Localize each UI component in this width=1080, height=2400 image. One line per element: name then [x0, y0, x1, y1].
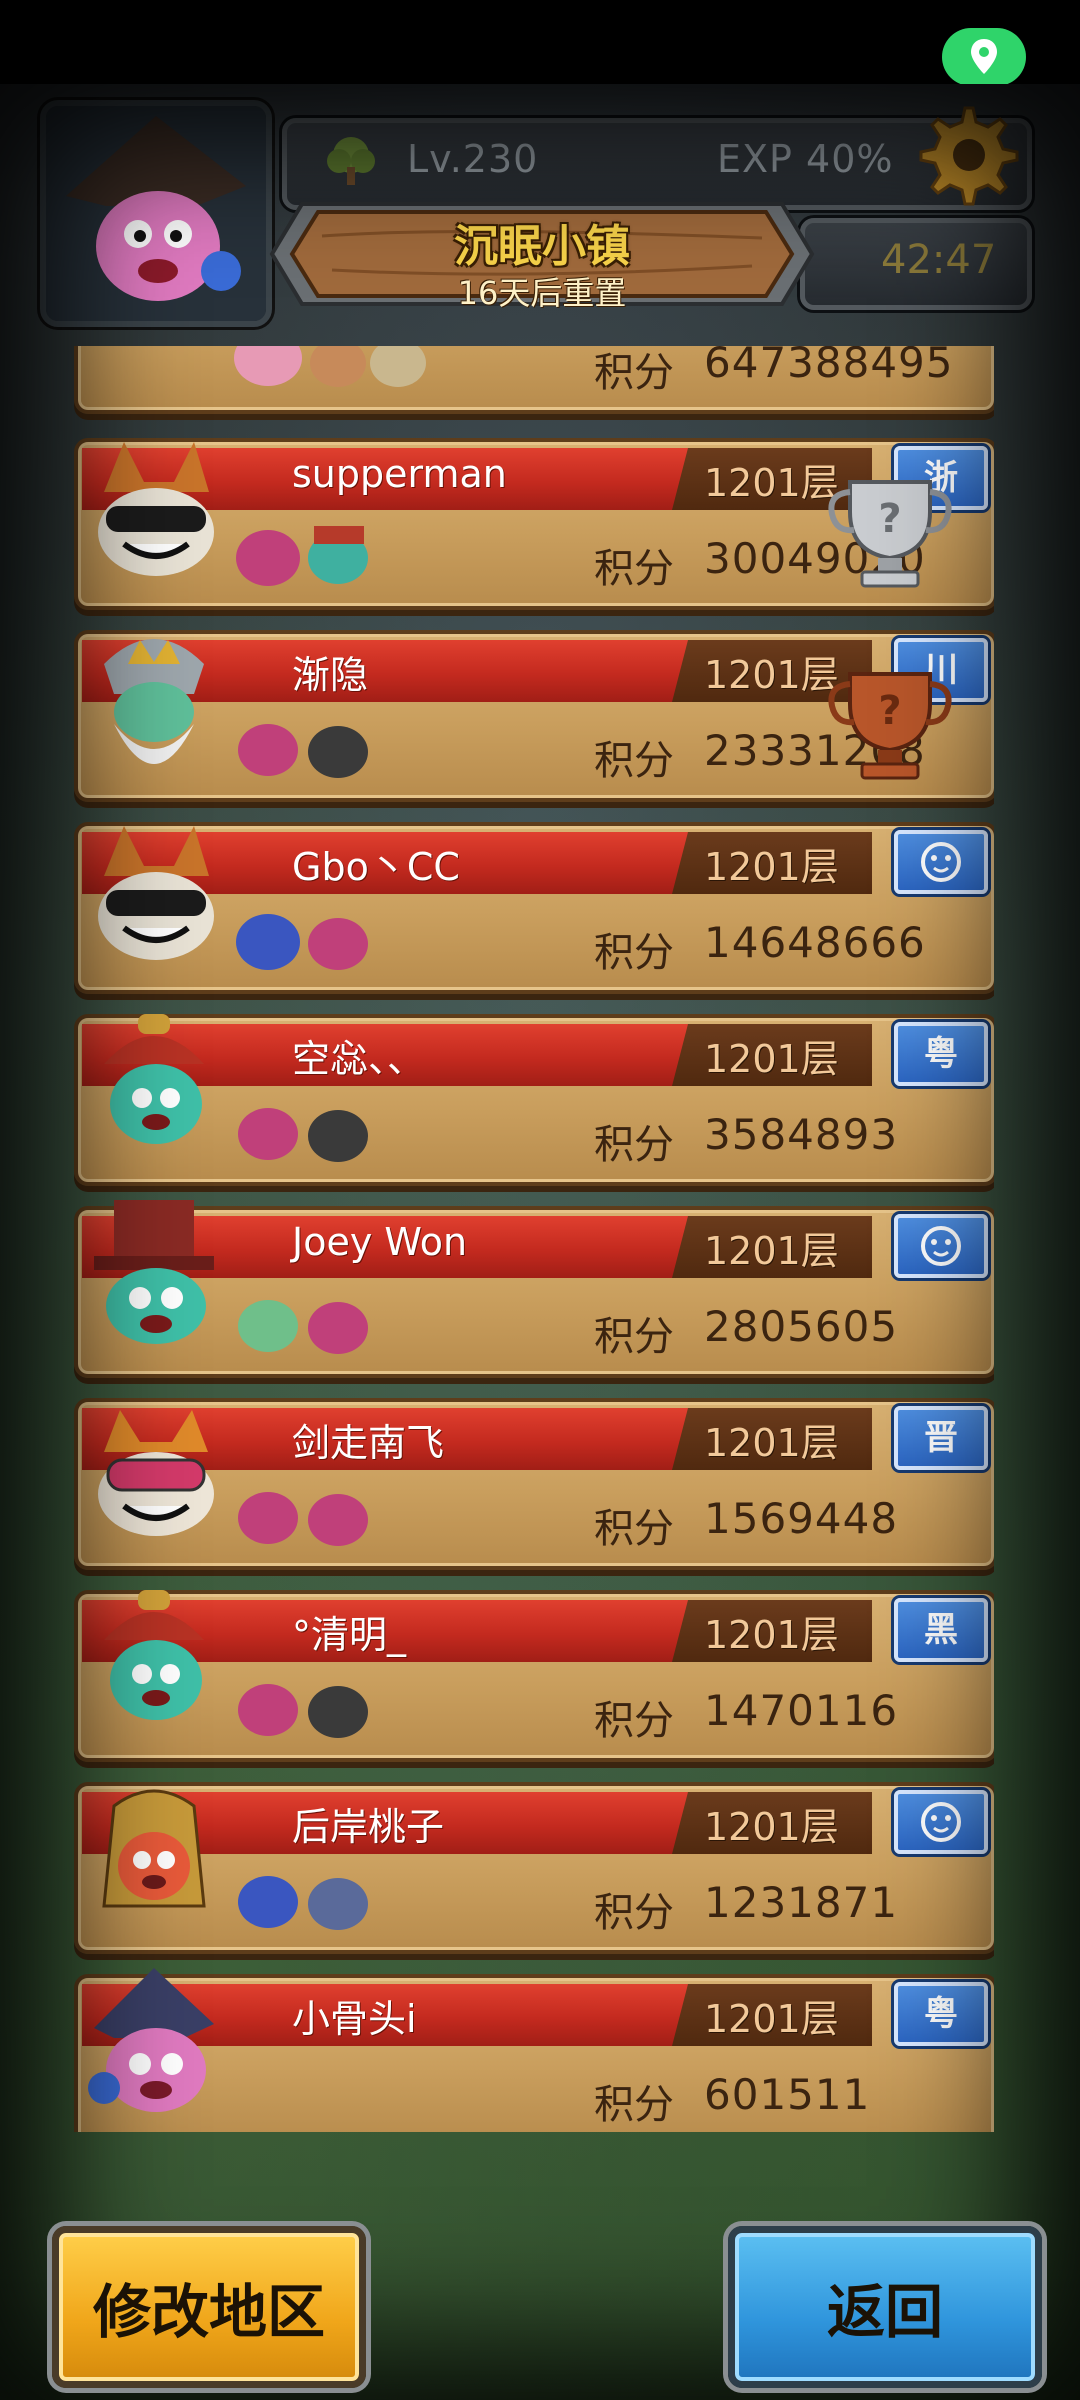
region-badge: 粤 — [894, 1982, 988, 2046]
event-title: 沉眠小镇 — [454, 221, 630, 272]
player-name: °清明_ — [292, 1613, 407, 1657]
region-badge: 晋 — [894, 1406, 988, 1470]
score-value: 3584893 — [704, 1110, 899, 1159]
player-name: supperman — [292, 452, 507, 496]
team-minions-icon — [238, 1300, 368, 1354]
score-value: 601511 — [704, 2070, 871, 2119]
svg-text:?: ? — [878, 688, 901, 734]
team-minions-icon — [236, 526, 368, 586]
leaderboard-row-partial[interactable]: 积分 647388495 — [74, 346, 994, 414]
leaderboard-row[interactable]: 空惢、、 1201层 粤 积分 3584893 — [74, 1014, 994, 1186]
countdown-timer: 42:47 — [881, 237, 997, 283]
floor-level: 1201层 — [704, 845, 839, 889]
face-icon — [921, 1226, 961, 1266]
score-value: 1470116 — [704, 1686, 899, 1735]
status-bar — [0, 0, 1080, 86]
score-label: 积分 — [594, 930, 674, 976]
score-value: 1569448 — [704, 1494, 899, 1543]
player-avatar[interactable] — [40, 100, 272, 327]
hero-cat-pilot-icon — [98, 826, 214, 960]
bronze-trophy-icon: ? — [828, 672, 952, 780]
score-value: 2805605 — [704, 1302, 899, 1351]
floor-level: 1201层 — [704, 1805, 839, 1849]
change-region-button[interactable]: 修改地区 — [52, 2226, 366, 2388]
region-badge: 黑 — [894, 1598, 988, 1662]
face-icon — [921, 1802, 961, 1842]
score-label: 积分 — [594, 546, 674, 592]
team-minions-icon — [238, 724, 368, 778]
leaderboard-row[interactable]: °清明_ 1201层 黑 积分 1470116 — [74, 1590, 994, 1762]
timer-box: 42:47 — [800, 218, 1032, 310]
player-name: 小骨头i — [292, 1997, 417, 2041]
leaderboard-row[interactable]: 渐隐 1201层 川 积分 23331208 ? — [74, 630, 994, 802]
hero-samurai-icon — [104, 1014, 204, 1144]
floor-level: 1201层 — [704, 1037, 839, 1081]
player-name: 渐隐 — [292, 653, 369, 697]
score-label: 积分 — [594, 2082, 674, 2128]
hero-pharaoh-icon — [102, 1789, 206, 1908]
location-pin-icon — [971, 39, 997, 74]
score-label: 积分 — [594, 1698, 674, 1744]
leaderboard-row[interactable]: 剑走南飞 1201层 晋 积分 1569448 — [74, 1398, 994, 1570]
exp-percent: EXP 40% — [717, 137, 894, 181]
region-badge-face — [894, 830, 988, 894]
settings-button[interactable] — [910, 100, 1020, 214]
region-badge-face — [894, 1214, 988, 1278]
team-minions-icon — [238, 1108, 368, 1162]
leaderboard-row[interactable]: supperman 1201层 浙 积分 30049020 ? — [74, 438, 994, 610]
score-value: 1231871 — [704, 1878, 899, 1927]
svg-text:?: ? — [878, 496, 901, 542]
score-label: 积分 — [594, 1506, 674, 1552]
player-name: 剑走南飞 — [292, 1421, 445, 1465]
player-name: Joey Won — [292, 1220, 468, 1264]
team-minions-icon — [238, 1876, 368, 1930]
floor-level: 1201层 — [704, 1229, 839, 1273]
leaderboard-row[interactable]: 后岸桃子 1201层 积分 1231871 — [74, 1782, 994, 1954]
score-label: 积分 — [594, 350, 674, 396]
score-value: 14648666 — [704, 918, 926, 967]
player-level: Lv.230 — [407, 137, 539, 181]
team-minions-icon — [234, 346, 426, 387]
leaderboard-list[interactable]: 积分 647388495 supperman 1201层 浙 积分 300490… — [74, 346, 994, 2132]
silver-trophy-icon: ? — [828, 480, 952, 588]
player-name: 后岸桃子 — [292, 1805, 445, 1849]
back-button[interactable]: 返回 — [728, 2226, 1042, 2388]
floor-level: 1201层 — [704, 1421, 839, 1465]
hero-top-hat-icon — [94, 1200, 214, 1344]
event-reset-countdown: 16天后重置 — [457, 274, 627, 312]
leaderboard-row[interactable]: 小骨头i 1201层 粤 积分 601511 — [74, 1968, 994, 2132]
region-badge: 粤 — [894, 1022, 988, 1086]
region-badge-face — [894, 1790, 988, 1854]
team-minions-icon — [236, 914, 368, 970]
score-label: 积分 — [594, 1122, 674, 1168]
location-indicator — [942, 28, 1026, 86]
floor-level: 1201层 — [704, 461, 839, 505]
score-value: 647388495 — [704, 346, 954, 387]
hero-knight-king-icon — [104, 639, 204, 764]
hero-wizard-icon — [88, 1968, 214, 2112]
event-title-plank: 沉眠小镇 16天后重置 — [262, 196, 822, 312]
score-label: 积分 — [594, 738, 674, 784]
hero-goggles-cat-icon — [98, 1410, 214, 1536]
player-name: 空惢、、 — [292, 1037, 426, 1081]
team-minions-icon — [238, 1684, 368, 1738]
floor-level: 1201层 — [704, 1613, 839, 1657]
hero-samurai-icon — [104, 1590, 204, 1720]
floor-level: 1201层 — [704, 1997, 839, 2041]
face-icon — [921, 842, 961, 882]
leaderboard-row[interactable]: Gbo丶CC 1201层 积分 14648666 — [74, 822, 994, 994]
leaderboard-row[interactable]: Joey Won 1201层 积分 2805605 — [74, 1200, 994, 1378]
tree-icon — [327, 137, 375, 185]
gear-icon — [919, 106, 1019, 206]
hero-cat-pilot-icon — [98, 442, 214, 576]
score-label: 积分 — [594, 1890, 674, 1936]
score-label: 积分 — [594, 1314, 674, 1360]
wizard-avatar-icon — [46, 106, 266, 321]
floor-level: 1201层 — [704, 653, 839, 697]
player-name: Gbo丶CC — [292, 845, 460, 889]
team-minions-icon — [238, 1492, 368, 1546]
